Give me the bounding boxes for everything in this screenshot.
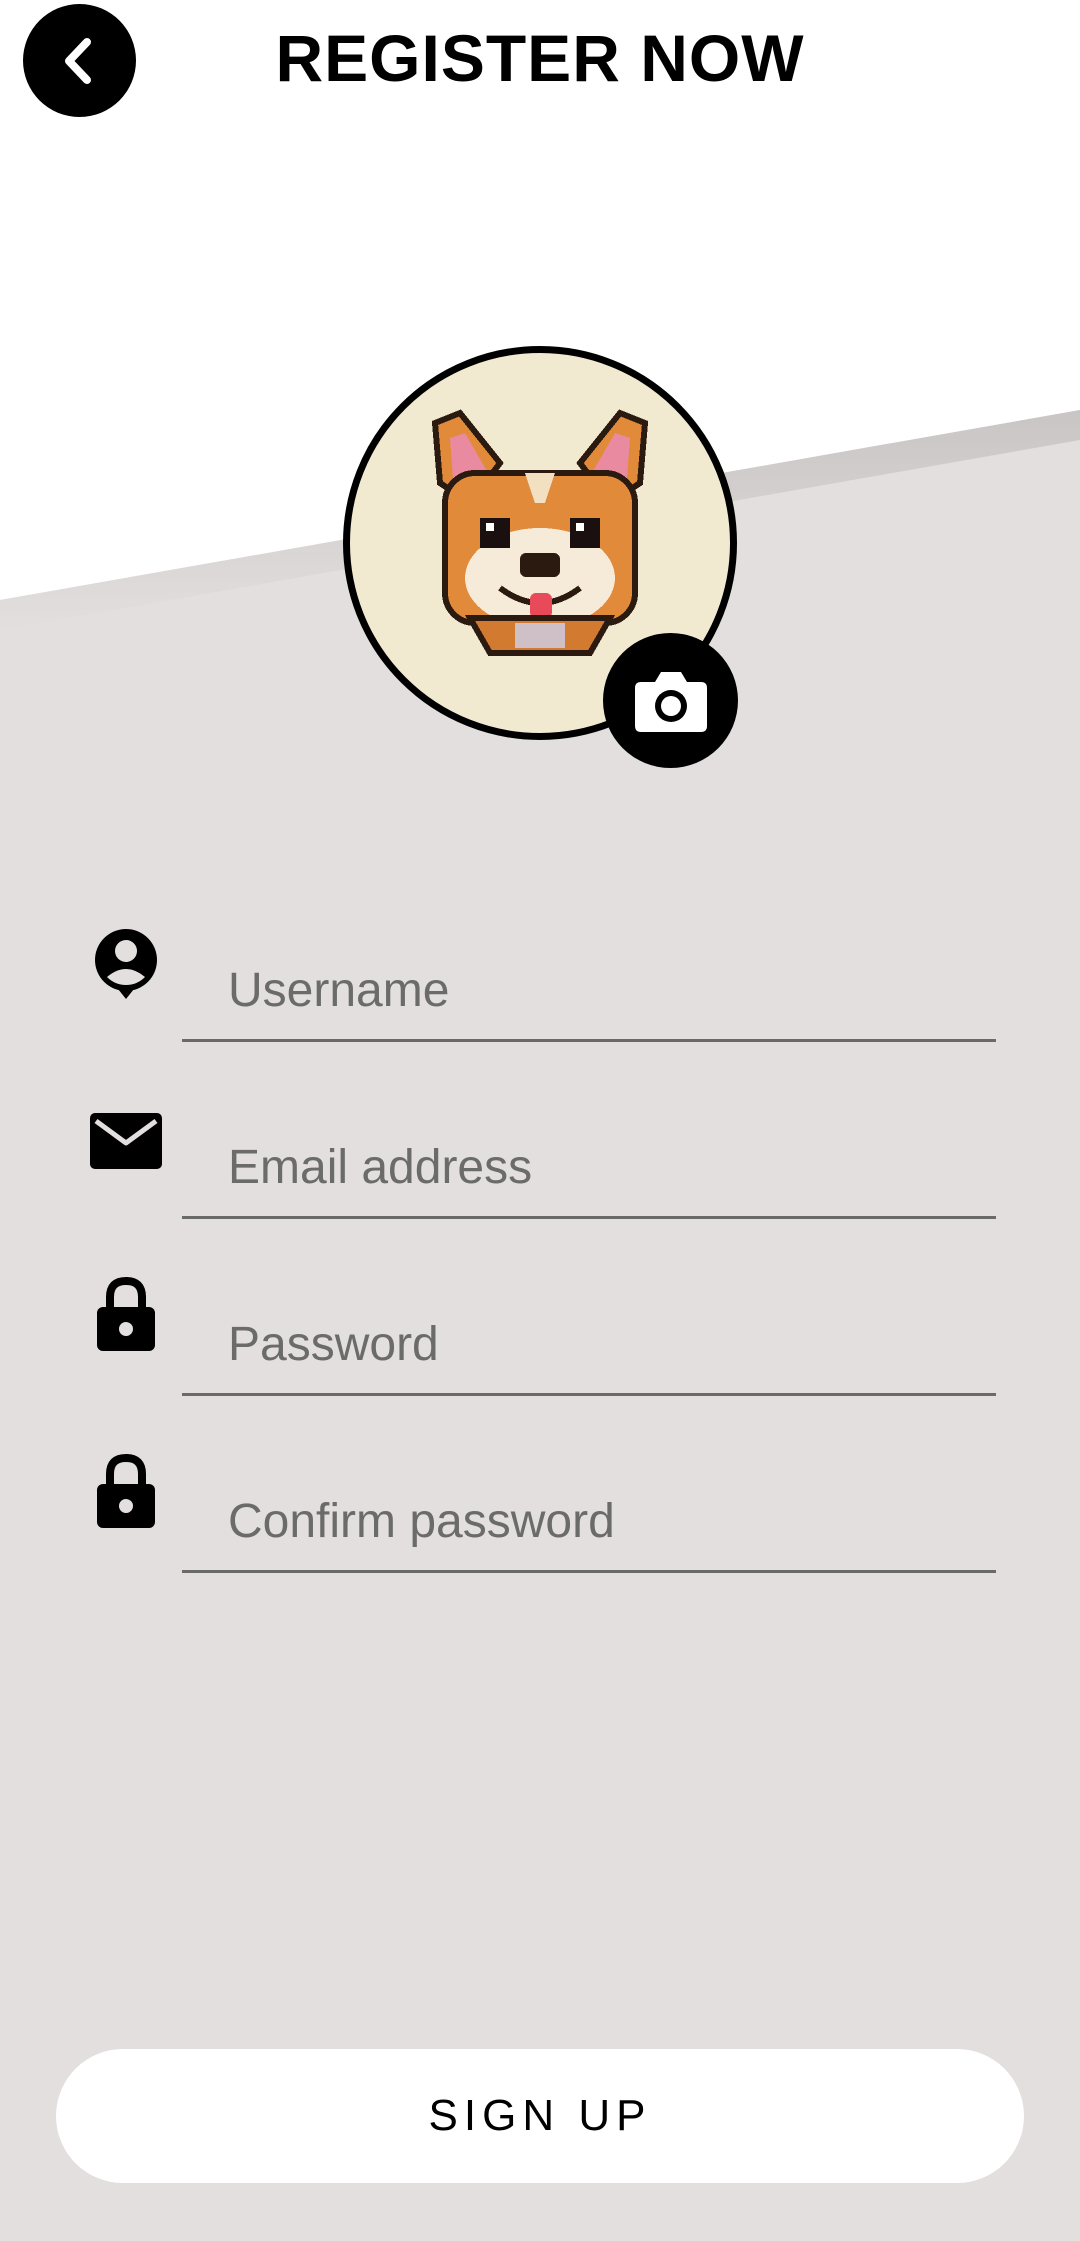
username-row — [0, 922, 1080, 1082]
lock-icon — [88, 1453, 164, 1529]
lock-icon — [88, 1276, 164, 1352]
confirm-password-field[interactable] — [182, 1473, 996, 1573]
sign-up-button[interactable]: SIGN UP — [56, 2049, 1024, 2183]
mail-icon — [88, 1103, 164, 1179]
username-field[interactable] — [182, 942, 996, 1042]
email-field[interactable] — [182, 1119, 996, 1219]
confirm-password-row — [0, 1453, 1080, 1613]
camera-icon — [634, 671, 707, 732]
password-field[interactable] — [182, 1296, 996, 1396]
email-row — [0, 1099, 1080, 1259]
password-row — [0, 1276, 1080, 1436]
change-photo-button[interactable] — [603, 633, 738, 768]
page-title: REGISTER NOW — [275, 21, 805, 95]
user-icon — [88, 926, 164, 1002]
